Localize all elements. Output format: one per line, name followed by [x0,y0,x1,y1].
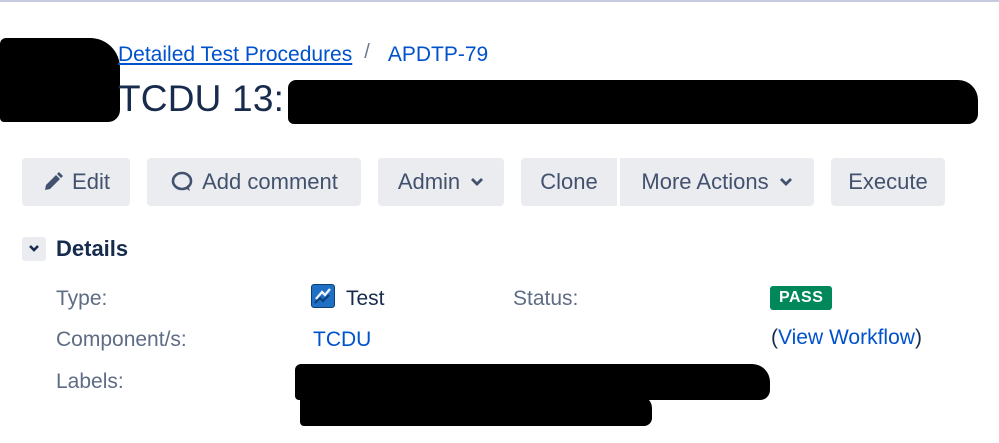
more-actions-dropdown-button[interactable]: More Actions [620,158,814,206]
pencil-icon [42,171,64,193]
admin-button-label: Admin [397,169,461,194]
redaction-labels-value [295,364,770,400]
type-label: Type: [56,287,108,310]
chevron-down-icon [470,177,484,187]
redaction-project-avatar [0,38,120,122]
admin-dropdown-button[interactable]: Admin [378,158,504,206]
comment-icon [170,171,194,193]
breadcrumb-issue-key-link[interactable]: APDTP-79 [388,43,488,67]
clone-button[interactable]: Clone [521,158,617,206]
chevron-down-icon [779,177,793,187]
view-workflow-link[interactable]: View Workflow [778,326,915,349]
redaction-labels-value-line2 [300,396,652,426]
add-comment-button-label: Add comment [202,169,338,194]
components-label: Component/s: [56,328,187,351]
paren-open: ( [771,326,778,349]
redaction-title-text [288,80,978,124]
breadcrumb-project-link[interactable]: Detailed Test Procedures [118,43,352,67]
page-title: TCDU 13: [118,78,285,119]
edit-button-label: Edit [72,169,110,194]
status-label: Status: [513,287,579,310]
type-value: Test [346,287,385,310]
breadcrumb: Detailed Test Procedures / APDTP-79 [118,41,488,69]
execute-button-label: Execute [848,169,928,194]
details-section-header: Details [22,236,128,262]
execute-button[interactable]: Execute [831,158,945,206]
add-comment-button[interactable]: Add comment [147,158,361,206]
edit-button[interactable]: Edit [22,158,130,206]
breadcrumb-separator: / [364,40,370,63]
clone-button-label: Clone [540,169,598,194]
view-workflow-wrapper: (View Workflow) [771,326,922,350]
labels-label: Labels: [56,370,124,393]
paren-close: ) [914,326,922,349]
window-top-border [0,0,999,2]
status-badge: PASS [770,286,833,310]
chevron-down-icon [28,240,40,258]
test-issue-type-icon [311,284,335,308]
more-actions-button-label: More Actions [641,169,769,194]
component-link[interactable]: TCDU [313,328,371,352]
details-heading: Details [56,236,129,261]
details-collapse-toggle[interactable] [22,237,46,261]
